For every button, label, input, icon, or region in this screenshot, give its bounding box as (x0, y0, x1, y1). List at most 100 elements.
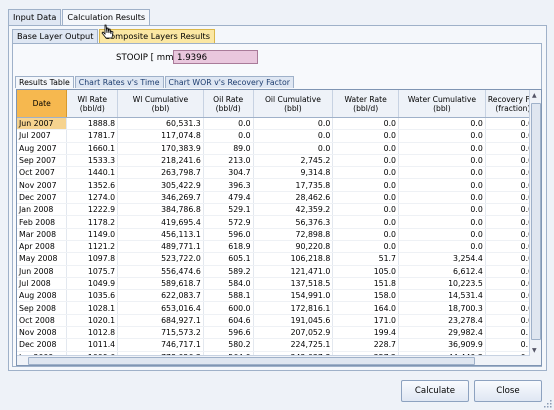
table-cell[interactable]: 684,927.1 (117, 314, 204, 328)
table-cell[interactable]: 1781.7 (66, 129, 119, 143)
table-cell[interactable]: 584.0 (203, 277, 254, 291)
table-cell[interactable]: 0.0 (203, 129, 254, 143)
row-date-cell[interactable]: Apr 2008 (17, 240, 68, 254)
table-cell[interactable]: 3,254.4 (398, 252, 486, 266)
table-cell[interactable]: 384,786.8 (117, 203, 204, 217)
table-cell[interactable]: 51.7 (332, 252, 400, 266)
table-row[interactable]: Sep 2008 1028.1 653,016.4 600.0 172,816.1 164… (17, 301, 541, 315)
table-cell[interactable]: 191,045.6 (253, 314, 334, 328)
table-cell[interactable]: 1028.1 (66, 301, 119, 315)
tab-results-table[interactable]: Results Table (15, 76, 74, 88)
table-cell[interactable]: 0.0 (332, 129, 400, 143)
table-cell[interactable]: 0.0 (398, 203, 486, 217)
table-cell[interactable]: 589.2 (203, 265, 254, 278)
row-date-cell[interactable]: Dec 2008 (17, 338, 68, 352)
row-date-cell[interactable]: Dec 2007 (17, 191, 68, 205)
horizontal-scroll-thumb[interactable] (28, 357, 475, 365)
table-cell[interactable]: 556,474.6 (117, 265, 204, 278)
table-cell[interactable]: 605.1 (203, 252, 254, 266)
table-cell[interactable]: 479.4 (203, 191, 254, 205)
table-cell[interactable]: 1222.9 (66, 203, 119, 217)
table-cell[interactable]: 18,700.3 (398, 301, 486, 315)
table-row[interactable]: Oct 2008 1020.1 684,927.1 604.6 191,045.6 171… (17, 314, 541, 328)
table-row[interactable]: Apr 2008 1121.2 489,771.1 618.9 90,220.8 0.0 0… (17, 240, 541, 254)
table-cell[interactable]: 17,735.8 (253, 178, 334, 192)
row-date-cell[interactable]: Oct 2007 (17, 166, 68, 180)
table-cell[interactable]: 0.0 (203, 117, 254, 131)
table-cell[interactable]: 1888.8 (66, 117, 119, 131)
table-cell[interactable]: 523,722.0 (117, 252, 204, 266)
table-row[interactable]: Nov 2008 1012.8 715,573.2 596.6 207,052.9 199… (17, 326, 541, 340)
table-cell[interactable]: 117,074.8 (117, 129, 204, 143)
table-cell[interactable]: 121,471.0 (253, 265, 334, 278)
table-row[interactable]: Jul 20071781.7117,074.80.00.00.00.00.00 (17, 129, 541, 143)
table-cell[interactable]: 1011.4 (66, 338, 119, 352)
table-cell[interactable]: 60,531.3 (117, 117, 204, 131)
table-cell[interactable]: 304.7 (203, 166, 254, 180)
table-row[interactable]: Mar 2008 1149.0 456,113.1 596.0 72,898.8 0.0 0… (17, 228, 541, 241)
table-cell[interactable]: 0.0 (332, 178, 400, 192)
resize-grip-icon[interactable] (544, 400, 552, 408)
table-cell[interactable]: 154,991.0 (253, 289, 334, 303)
row-date-cell[interactable]: Aug 2008 (17, 289, 68, 303)
column-header[interactable]: Wl Rate (bbl/d) (66, 90, 119, 118)
table-cell[interactable]: 419,695.4 (117, 215, 204, 229)
table-row[interactable]: Dec 2007 1274.0 346,269.7 479.4 28,462.6 0.0 0… (17, 191, 541, 205)
table-cell[interactable]: 0.0 (332, 166, 400, 180)
table-row[interactable]: Nov 2007 1352.6 305,422.9 396.3 17,735.8 0.0 0… (17, 178, 541, 192)
table-cell[interactable]: 0.0 (398, 178, 486, 192)
table-row[interactable]: Jul 2008 1049.9 589,618.7 584.0 137,518.5 151… (17, 277, 541, 291)
table-cell[interactable]: 596.0 (203, 228, 254, 241)
column-header[interactable]: Date (17, 90, 68, 118)
table-cell[interactable]: 199.4 (332, 326, 400, 340)
row-date-cell[interactable]: Nov 2007 (17, 178, 68, 192)
table-cell[interactable]: 653,016.4 (117, 301, 204, 315)
table-cell[interactable]: 151.8 (332, 277, 400, 291)
row-date-cell[interactable]: Mar 2008 (17, 228, 68, 241)
tab-composite-layers-results[interactable]: Composite Layers Results (99, 29, 215, 43)
table-cell[interactable]: 9,314.8 (253, 166, 334, 180)
table-cell[interactable]: 1035.6 (66, 289, 119, 303)
table-cell[interactable]: 56,376.3 (253, 215, 334, 229)
table-cell[interactable]: 1274.0 (66, 191, 119, 205)
table-cell[interactable]: 137,518.5 (253, 277, 334, 291)
table-cell[interactable]: 618.9 (203, 240, 254, 254)
table-row[interactable]: Aug 20071660.1170,383.989.00.00.00.00.00 (17, 142, 541, 155)
table-cell[interactable]: 1121.2 (66, 240, 119, 254)
row-date-cell[interactable]: Aug 2007 (17, 142, 68, 155)
table-cell[interactable]: 1097.8 (66, 252, 119, 266)
row-date-cell[interactable]: May 2008 (17, 252, 68, 266)
table-cell[interactable]: 10,223.5 (398, 277, 486, 291)
table-cell[interactable]: 0.0 (398, 129, 486, 143)
row-date-cell[interactable]: Jul 2008 (17, 277, 68, 291)
table-cell[interactable]: 715,573.2 (117, 326, 204, 340)
table-cell[interactable]: 0.0 (332, 191, 400, 205)
horizontal-scrollbar[interactable] (17, 355, 530, 365)
table-cell[interactable]: 89.0 (203, 142, 254, 155)
table-cell[interactable]: 1352.6 (66, 178, 119, 192)
tab-chart-rates-vs-time[interactable]: Chart Rates v's Time (74, 76, 164, 88)
table-cell[interactable]: 224,725.1 (253, 338, 334, 352)
table-cell[interactable]: 0.0 (398, 154, 486, 168)
calculate-button[interactable]: Calculate (401, 380, 469, 402)
table-cell[interactable]: 158.0 (332, 289, 400, 303)
results-grid[interactable]: Date Wl Rate (bbl/d) Wl Cumulative (bbl) Oil … (16, 89, 542, 366)
table-row[interactable]: Feb 2008 1178.2 419,695.4 572.9 56,376.3 0.0 0… (17, 215, 541, 229)
table-cell[interactable]: 90,220.8 (253, 240, 334, 254)
close-button[interactable]: Close (474, 380, 542, 402)
table-cell[interactable]: 2,745.2 (253, 154, 334, 168)
table-cell[interactable]: 218,241.6 (117, 154, 204, 168)
table-cell[interactable]: 0.0 (398, 228, 486, 241)
tab-input-data[interactable]: Input Data (8, 9, 62, 25)
table-row[interactable]: Aug 2008 1035.6 622,083.7 588.1 154,991.0 158… (17, 289, 541, 303)
row-date-cell[interactable]: Jun 2007 (17, 117, 68, 131)
table-cell[interactable]: 589,618.7 (117, 277, 204, 291)
table-cell[interactable]: 572.9 (203, 215, 254, 229)
table-row[interactable]: Jun 20071888.860,531.30.00.00.00.00.00 (17, 117, 541, 131)
row-date-cell[interactable]: Oct 2008 (17, 314, 68, 328)
table-cell[interactable]: 0.0 (332, 215, 400, 229)
table-cell[interactable]: 0.0 (332, 240, 400, 254)
table-cell[interactable]: 0.0 (253, 129, 334, 143)
table-cell[interactable]: 0.0 (398, 240, 486, 254)
table-cell[interactable]: 1020.1 (66, 314, 119, 328)
